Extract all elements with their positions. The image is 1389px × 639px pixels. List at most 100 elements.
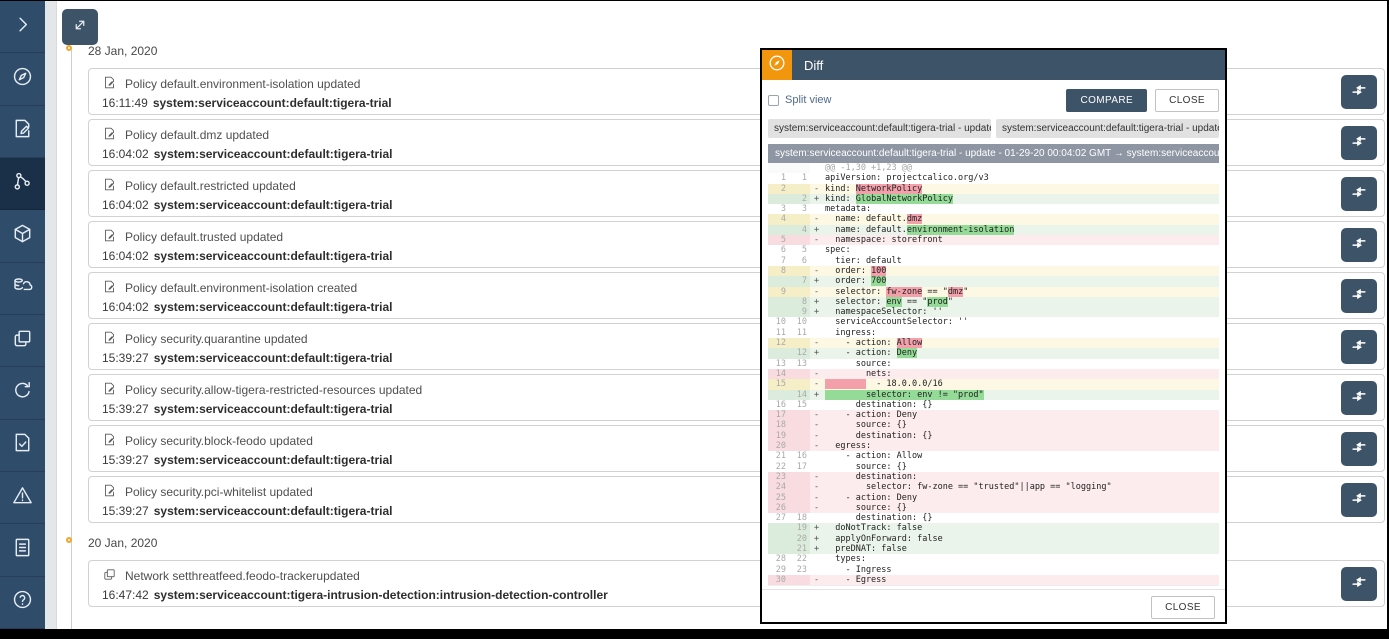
sidebar-item-compass[interactable] <box>0 53 45 105</box>
diff-change-marker <box>810 451 823 461</box>
sidebar-item-file-check[interactable] <box>0 420 45 472</box>
event-time: 16:04:02 <box>102 198 149 212</box>
diff-old-line-number <box>768 534 789 544</box>
diff-new-line-number: 4 <box>789 225 810 235</box>
split-view-checkbox[interactable] <box>768 95 779 106</box>
diff-change-marker: + <box>810 297 823 307</box>
diff-line-content: source: {} <box>823 462 1219 472</box>
diff-new-line-number <box>789 575 810 585</box>
diff-compare-button[interactable] <box>1341 75 1377 109</box>
diff-old-line-number: 2 <box>768 184 789 194</box>
diff-line-content: preDNAT: false <box>823 544 1219 554</box>
diff-change-marker: - <box>810 503 823 513</box>
policy-edit-icon <box>102 126 117 144</box>
event-time: 16:47:42 <box>102 588 149 602</box>
diff-change-marker <box>810 565 823 575</box>
sidebar-item-warning[interactable] <box>0 472 45 524</box>
diff-line-content: selector: env == "prod" <box>823 297 1219 307</box>
diff-line: 30- - Egress <box>768 575 1219 585</box>
sidebar-item-chevron-right[interactable] <box>0 1 45 53</box>
diff-new-line-number <box>789 420 810 430</box>
diff-old-line-number: 30 <box>768 575 789 585</box>
diff-new-line-number <box>789 410 810 420</box>
sidebar-item-cloud-storage[interactable] <box>0 263 45 315</box>
revision-select-right[interactable]: system:serviceaccount:default:tigera-tri… <box>996 119 1219 138</box>
footer-close-button[interactable]: CLOSE <box>1151 596 1215 619</box>
diff-old-line-number: 29 <box>768 565 789 575</box>
refresh-icon <box>11 379 34 407</box>
sidebar-item-help[interactable] <box>0 577 45 629</box>
diff-compare-button[interactable] <box>1341 126 1377 160</box>
diff-old-line-number <box>768 194 789 204</box>
diff-old-line-number: 26 <box>768 503 789 513</box>
diff-new-line-number <box>789 369 810 379</box>
split-view-label: Split view <box>785 94 831 106</box>
diff-change-marker: + <box>810 225 823 235</box>
sidebar-item-report[interactable] <box>0 524 45 576</box>
diff-compare-button[interactable] <box>1341 483 1377 517</box>
sidebar-item-file-edit[interactable] <box>0 106 45 158</box>
event-time: 16:04:02 <box>102 249 149 263</box>
diff-line: 14- nets: <box>768 369 1219 379</box>
event-account: system:serviceaccount:default:tigera-tri… <box>154 351 393 365</box>
diff-change-marker: + <box>810 390 823 400</box>
diff-new-line-number <box>789 431 810 441</box>
diff-line: 7+ order: 700 <box>768 276 1219 286</box>
event-title: Policy default.restricted updated <box>125 179 296 193</box>
sidebar-item-cube[interactable] <box>0 210 45 262</box>
event-time: 16:11:49 <box>102 96 148 110</box>
diff-change-marker: + <box>810 348 823 358</box>
diff-new-line-number <box>789 184 810 194</box>
diff-compare-button[interactable] <box>1341 279 1377 313</box>
expand-timeline-button[interactable] <box>62 9 98 45</box>
compare-button[interactable]: COMPARE <box>1066 89 1147 112</box>
diff-line-content: namespace: storefront <box>823 235 1219 245</box>
diff-line-content: order: 100 <box>823 266 1219 276</box>
sidebar-item-refresh[interactable] <box>0 367 45 419</box>
sidebar-item-layers[interactable] <box>0 315 45 367</box>
diff-line-content: - action: Allow <box>823 338 1219 348</box>
event-account: system:serviceaccount:default:tigera-tri… <box>153 96 392 110</box>
diff-new-line-number <box>789 441 810 451</box>
diff-line-content: - action: Allow <box>823 451 1219 461</box>
diff-new-line-number: 3 <box>789 204 810 214</box>
diff-viewer[interactable]: @@ -1,30 +1,23 @@11apiVersion: projectca… <box>768 163 1219 586</box>
event-title: Policy default.environment-isolation cre… <box>125 281 357 295</box>
diff-compare-button[interactable] <box>1341 330 1377 364</box>
event-time: 15:39:27 <box>102 402 149 416</box>
diff-old-line-number <box>768 276 789 286</box>
close-button[interactable]: CLOSE <box>1155 89 1219 112</box>
diff-line-content: types: <box>823 554 1219 564</box>
revision-select-left[interactable]: system:serviceaccount:default:tigera-tri… <box>768 119 991 138</box>
diff-compare-button[interactable] <box>1341 228 1377 262</box>
diff-modal-footer: CLOSE <box>762 589 1225 622</box>
diff-line: 19- destination: {} <box>768 431 1219 441</box>
diff-compare-button[interactable] <box>1341 381 1377 415</box>
diff-change-marker: - <box>810 287 823 297</box>
diff-new-line-number <box>789 163 810 173</box>
diff-change-marker: - <box>810 338 823 348</box>
diff-change-marker: - <box>810 214 823 224</box>
diff-new-line-number: 5 <box>789 245 810 255</box>
diff-line-content: - action: Deny <box>823 348 1219 358</box>
diff-old-line-number: 17 <box>768 410 789 420</box>
diff-line: 20- egress: <box>768 441 1219 451</box>
warning-icon <box>11 484 34 512</box>
diff-line-content: tier: default <box>823 256 1219 266</box>
diff-compare-button[interactable] <box>1341 567 1377 601</box>
sidebar-item-network-graph[interactable] <box>0 158 45 210</box>
diff-line: 2116 - action: Allow <box>768 451 1219 461</box>
diff-old-line-number: 28 <box>768 554 789 564</box>
diff-line-content: apiVersion: projectcalico.org/v3 <box>823 173 1219 183</box>
split-view-toggle[interactable]: Split view <box>768 94 831 106</box>
file-check-icon <box>11 431 34 459</box>
diff-line: 2923 - Ingress <box>768 565 1219 575</box>
event-account: system:serviceaccount:default:tigera-tri… <box>154 504 393 518</box>
diff-change-marker: - <box>810 472 823 482</box>
event-title: Policy default.dmz updated <box>125 128 269 142</box>
diff-new-line-number: 1 <box>789 173 810 183</box>
diff-compare-button[interactable] <box>1341 432 1377 466</box>
event-title: Policy default.environment-isolation upd… <box>125 77 360 91</box>
diff-line-content: destination: <box>823 472 1219 482</box>
diff-compare-button[interactable] <box>1341 177 1377 211</box>
